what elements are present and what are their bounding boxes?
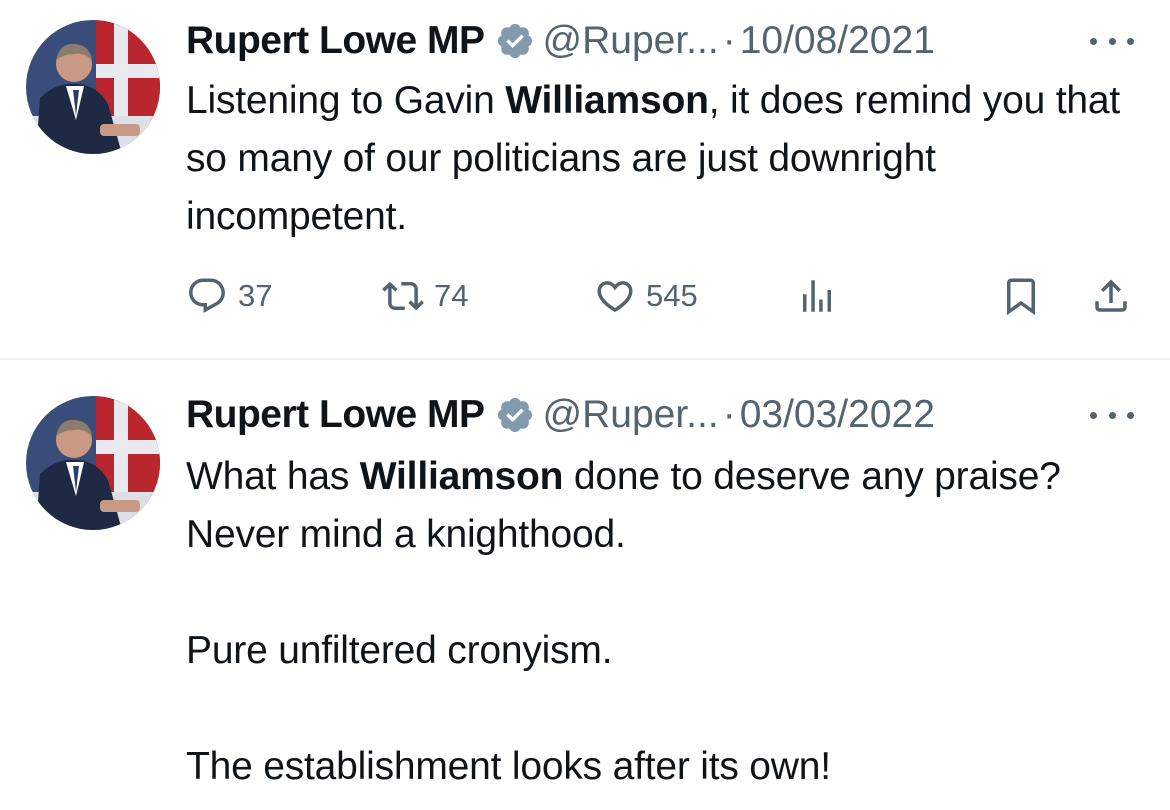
avatar-image <box>26 20 160 154</box>
separator-dot: · <box>722 393 736 436</box>
highlighted-keyword: Williamson <box>505 79 709 122</box>
tweet-header: Rupert Lowe MP @Ruper... · 10/08/2021 <box>186 19 1144 63</box>
verified-badge-icon <box>495 395 535 435</box>
author-name[interactable]: Rupert Lowe MP <box>186 393 485 437</box>
tweet-actions: 37 74 545 <box>186 268 1144 324</box>
views-button[interactable] <box>796 268 838 324</box>
reply-button[interactable]: 37 <box>186 268 272 324</box>
author-name[interactable]: Rupert Lowe MP <box>186 19 485 63</box>
bookmark-button[interactable] <box>1000 268 1042 324</box>
like-icon <box>597 281 633 313</box>
bookmark-icon <box>1007 278 1035 316</box>
tweet-header: Rupert Lowe MP @Ruper... · 03/03/2022 <box>186 393 1144 437</box>
retweet-count: 74 <box>434 278 469 313</box>
highlighted-keyword: Williamson <box>359 455 564 498</box>
share-button[interactable] <box>1090 268 1132 324</box>
reply-count: 37 <box>238 278 273 313</box>
like-button[interactable]: 545 <box>594 268 698 324</box>
like-count: 545 <box>646 278 698 313</box>
avatar-image <box>26 396 160 530</box>
retweet-button[interactable]: 74 <box>382 268 468 324</box>
share-icon <box>1095 279 1127 312</box>
avatar[interactable] <box>26 20 160 154</box>
more-icon[interactable] <box>1090 29 1134 53</box>
more-icon[interactable] <box>1090 403 1134 427</box>
tweet-date[interactable]: 03/03/2022 <box>740 393 935 437</box>
retweet-icon <box>382 281 424 311</box>
author-handle[interactable]: @Ruper... <box>543 19 719 63</box>
tweet-paragraph: What has Williamson done to deserve any … <box>186 455 1061 556</box>
tweet-text: What has Williamson done to deserve any … <box>186 448 1130 796</box>
separator-dot: · <box>722 19 736 62</box>
tweet-text: Listening to Gavin Williamson, it does r… <box>186 79 1120 238</box>
tweet[interactable]: Rupert Lowe MP @Ruper... · 10/08/2021 Li… <box>0 0 1170 358</box>
avatar[interactable] <box>26 396 160 530</box>
tweet-paragraph: The establishment looks after its own! <box>186 745 831 788</box>
tweet[interactable]: Rupert Lowe MP @Ruper... · 03/03/2022 Wh… <box>0 360 1170 810</box>
tweet-date[interactable]: 10/08/2021 <box>740 19 935 63</box>
reply-icon <box>189 278 225 313</box>
timeline-feed: Rupert Lowe MP @Ruper... · 10/08/2021 Li… <box>0 0 1170 810</box>
verified-badge-icon <box>495 21 535 61</box>
tweet-paragraph: Pure unfiltered cronyism. <box>186 629 613 672</box>
author-handle[interactable]: @Ruper... <box>543 393 719 437</box>
views-icon <box>803 280 831 312</box>
